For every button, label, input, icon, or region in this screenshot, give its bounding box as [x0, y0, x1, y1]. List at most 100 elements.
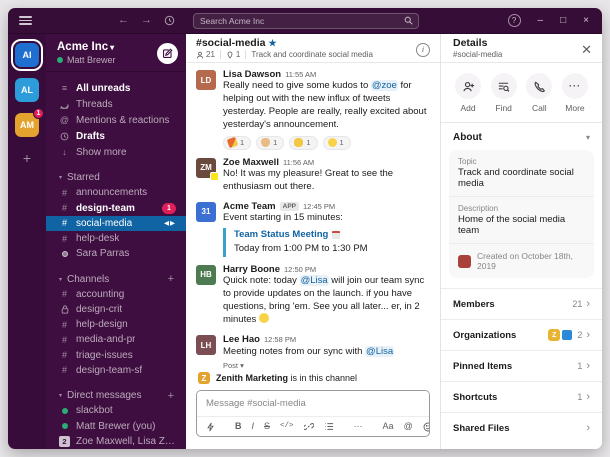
maximize-button[interactable]: □: [560, 16, 566, 26]
attachment-type-label[interactable]: Post ▾: [223, 361, 430, 370]
channel-design-crit[interactable]: design-crit: [46, 302, 186, 317]
author-name[interactable]: Harry Boone: [223, 264, 280, 275]
mention-button[interactable]: @: [404, 422, 413, 431]
mention-lisa[interactable]: @Lisa: [300, 275, 329, 286]
close-icon[interactable]: ✕: [581, 42, 592, 58]
find-button[interactable]: Find: [491, 73, 517, 113]
star-icon[interactable]: ★: [268, 38, 276, 48]
minimize-button[interactable]: –: [538, 16, 544, 26]
menu-icon[interactable]: [19, 14, 32, 27]
org-name[interactable]: Zenith Marketing: [216, 373, 288, 383]
calendar-emoji: [332, 231, 340, 239]
organizations-row[interactable]: Organizations Z 2›: [441, 319, 602, 350]
emoji-button[interactable]: [423, 422, 430, 432]
mention-lisa[interactable]: @Lisa: [365, 346, 394, 357]
about-section-toggle[interactable]: About ▾: [441, 123, 602, 150]
code-button[interactable]: </>: [280, 423, 294, 431]
sidebar-item-all-unreads[interactable]: ≡All unreads: [46, 80, 186, 96]
channel-triage-issues[interactable]: #triage-issues: [46, 348, 186, 363]
workspace-al[interactable]: AL: [15, 78, 39, 102]
dm-group-zoe-lisa[interactable]: 2 Zoe Maxwell, Lisa Zhang: [46, 434, 186, 449]
help-icon[interactable]: ?: [508, 14, 521, 27]
more-button[interactable]: ··· More: [562, 73, 588, 113]
section-channels[interactable]: ▾ Channels +: [46, 271, 186, 286]
mention-zoe[interactable]: @zoe: [371, 80, 398, 91]
channel-design-team-sf[interactable]: #design-team-sf: [46, 363, 186, 378]
reaction-clap[interactable]: 1: [289, 136, 317, 150]
reaction-pray[interactable]: 1: [256, 136, 284, 150]
workspace-acme-inc[interactable]: AI: [15, 43, 39, 67]
workspace-menu[interactable]: Acme Inc▾: [57, 41, 157, 53]
shared-channel-icon: ◀▶: [164, 219, 176, 227]
search-input[interactable]: [194, 16, 404, 26]
search-bar[interactable]: [193, 13, 419, 29]
ordered-list-button[interactable]: [324, 422, 334, 431]
channel-help-design[interactable]: #help-design: [46, 317, 186, 332]
reaction-heart-eyes[interactable]: 1: [323, 136, 351, 150]
strikethrough-button[interactable]: S: [264, 422, 270, 431]
history-clock-icon[interactable]: [164, 15, 175, 26]
workspace-am[interactable]: AM 1: [15, 113, 39, 137]
dm-sara-parras[interactable]: Sara Parras: [46, 246, 186, 261]
dm-matt-brewer[interactable]: Matt Brewer (you): [46, 419, 186, 434]
avatar[interactable]: HB: [196, 265, 216, 285]
link-button[interactable]: [304, 422, 314, 432]
call-button[interactable]: Call: [526, 73, 552, 113]
shortcuts-icon[interactable]: [206, 422, 215, 432]
sidebar-item-mentions[interactable]: @Mentions & reactions: [46, 112, 186, 128]
add-workspace-button[interactable]: +: [23, 150, 31, 166]
avatar[interactable]: LH: [196, 335, 216, 355]
channel-design-team[interactable]: #design-team 1: [46, 200, 186, 215]
close-button[interactable]: ×: [583, 16, 589, 26]
message-input[interactable]: [197, 391, 429, 416]
description-field[interactable]: Description Home of the social media tea…: [458, 204, 585, 236]
sidebar-item-drafts[interactable]: Drafts: [46, 128, 186, 144]
author-name[interactable]: Lee Hao: [223, 334, 260, 345]
event-link[interactable]: Team Status Meeting: [234, 229, 430, 242]
add-people-button[interactable]: Add: [455, 73, 481, 113]
forward-icon[interactable]: →: [141, 15, 152, 26]
shared-files-row[interactable]: Shared Files ›: [441, 412, 602, 443]
section-starred[interactable]: ▾ Starred: [46, 170, 186, 185]
author-name[interactable]: Lisa Dawson: [223, 69, 281, 80]
add-dm-button[interactable]: +: [168, 390, 174, 402]
channel-media-and-pr[interactable]: #media-and-pr: [46, 332, 186, 347]
dm-slackbot[interactable]: slackbot: [46, 403, 186, 418]
message-composer: B I S </> ··· Aa @: [196, 390, 430, 437]
channel-social-media[interactable]: #social-media ◀▶: [46, 216, 186, 231]
author-name[interactable]: Acme Team: [223, 201, 276, 212]
timestamp[interactable]: 11:56 AM: [283, 158, 314, 167]
avatar[interactable]: ZM: [196, 158, 216, 178]
back-icon[interactable]: ←: [118, 15, 129, 26]
more-formatting-button[interactable]: ···: [354, 422, 363, 431]
calendar-app-avatar[interactable]: 31: [196, 202, 216, 222]
shortcuts-row[interactable]: Shortcuts 1›: [441, 381, 602, 412]
info-icon[interactable]: i: [416, 43, 430, 57]
bold-button[interactable]: B: [235, 422, 242, 431]
pinned-items-row[interactable]: Pinned Items 1›: [441, 350, 602, 381]
timestamp[interactable]: 12:45 PM: [303, 202, 335, 211]
hash-icon: #: [59, 203, 70, 213]
member-count[interactable]: 21: [196, 50, 215, 59]
timestamp[interactable]: 11:55 AM: [285, 70, 316, 79]
channel-accounting[interactable]: #accounting: [46, 287, 186, 302]
channel-help-desk[interactable]: #help-desk: [46, 231, 186, 246]
author-name[interactable]: Zoe Maxwell: [223, 157, 279, 168]
new-message-button[interactable]: [157, 43, 178, 64]
channel-topic[interactable]: Track and coordinate social media: [251, 50, 373, 59]
sidebar-item-show-more[interactable]: ↓Show more: [46, 144, 186, 160]
italic-button[interactable]: I: [252, 422, 255, 431]
more-icon: ···: [562, 73, 588, 99]
pin-count[interactable]: 1: [226, 50, 240, 59]
channel-announcements[interactable]: #announcements: [46, 185, 186, 200]
add-channel-button[interactable]: +: [168, 273, 174, 285]
topic-field[interactable]: Topic Track and coordinate social media: [458, 157, 585, 189]
sidebar-item-threads[interactable]: Threads: [46, 96, 186, 112]
text-format-toggle[interactable]: Aa: [383, 422, 394, 431]
timestamp[interactable]: 12:50 PM: [284, 265, 316, 274]
timestamp[interactable]: 12:58 PM: [264, 335, 296, 344]
members-row[interactable]: Members 21›: [441, 288, 602, 319]
avatar[interactable]: LD: [196, 70, 216, 90]
section-direct-messages[interactable]: ▾ Direct messages +: [46, 388, 186, 403]
reaction-tada[interactable]: 1: [223, 136, 251, 150]
